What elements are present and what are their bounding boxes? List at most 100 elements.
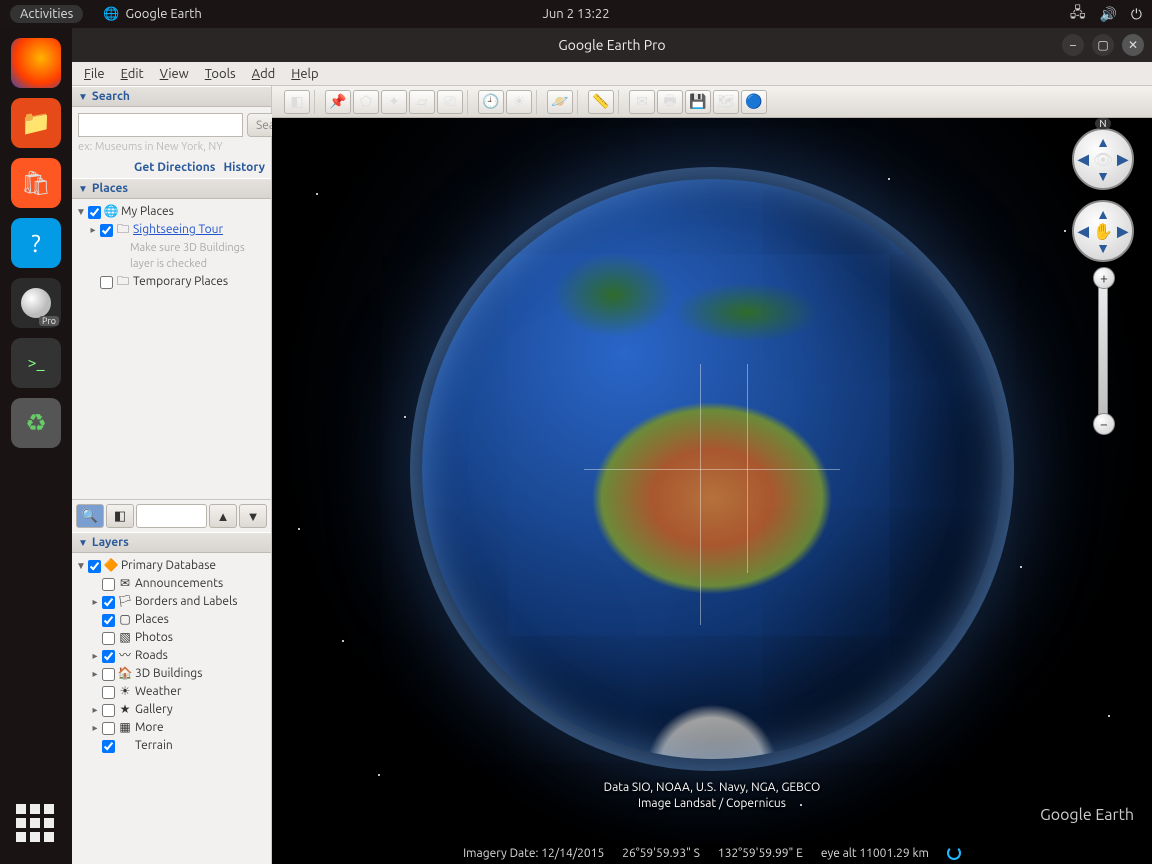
dock-trash[interactable]: ♻: [11, 398, 61, 448]
menu-edit[interactable]: Edit: [121, 67, 144, 81]
dock-google-earth[interactable]: Pro: [11, 278, 61, 328]
show-applications[interactable]: [16, 804, 56, 844]
places-up-button[interactable]: ▲: [209, 504, 237, 528]
layer-row[interactable]: ▼🔶Primary Database: [76, 557, 267, 575]
dock-files[interactable]: 📁: [11, 98, 61, 148]
network-status-icon[interactable]: 🖧: [1070, 2, 1086, 26]
places-down-button[interactable]: ▼: [239, 504, 267, 528]
checkbox[interactable]: [102, 704, 115, 717]
move-joystick[interactable]: ▲ ▼ ◀ ▶ ✋: [1072, 200, 1134, 262]
layer-row[interactable]: ▢Places: [76, 611, 267, 629]
places-search-button[interactable]: 🔍: [76, 504, 104, 528]
layer-row[interactable]: ✉Announcements: [76, 575, 267, 593]
expander-icon[interactable]: ▸: [90, 648, 100, 664]
menu-tools[interactable]: Tools: [205, 67, 236, 81]
menu-add[interactable]: Add: [252, 67, 276, 81]
maximize-button[interactable]: ▢: [1092, 34, 1114, 56]
add-path-button[interactable]: ✦: [381, 90, 407, 114]
layer-row[interactable]: ▸▦More: [76, 719, 267, 737]
expander-icon[interactable]: ▸: [90, 720, 100, 736]
add-image-overlay-button[interactable]: ▱: [409, 90, 435, 114]
layer-row[interactable]: ▸🏠3D Buildings: [76, 665, 267, 683]
checkbox[interactable]: [88, 206, 101, 219]
titlebar[interactable]: Google Earth Pro – ▢ ✕: [72, 28, 1152, 62]
email-button[interactable]: ✉: [629, 90, 655, 114]
move-down-icon[interactable]: ▼: [1096, 240, 1110, 256]
checkbox[interactable]: [100, 276, 113, 289]
look-up-icon[interactable]: ▲: [1096, 134, 1110, 150]
expander-icon[interactable]: ▸: [88, 222, 98, 238]
places-slider[interactable]: [136, 504, 207, 528]
dock-terminal[interactable]: >_: [11, 338, 61, 388]
checkbox[interactable]: [102, 668, 115, 681]
checkbox[interactable]: [102, 740, 115, 753]
view-maps-button[interactable]: 🗺: [713, 90, 739, 114]
add-polygon-button[interactable]: ⬠: [353, 90, 379, 114]
layer-row[interactable]: ☀Weather: [76, 683, 267, 701]
zoom-out-button[interactable]: −: [1093, 413, 1115, 435]
layer-row[interactable]: ▸🏳Borders and Labels: [76, 593, 267, 611]
look-right-icon[interactable]: ▶: [1117, 151, 1128, 168]
zoom-slider[interactable]: + −: [1098, 276, 1108, 426]
dock-firefox[interactable]: [11, 38, 61, 88]
expander-icon[interactable]: ▸: [90, 702, 100, 718]
sunlight-button[interactable]: ☀: [506, 90, 532, 114]
layer-row[interactable]: Terrain: [76, 737, 267, 755]
app-indicator[interactable]: 🌐 Google Earth: [103, 7, 201, 22]
checkbox[interactable]: [100, 224, 113, 237]
layer-row[interactable]: ▸〰Roads: [76, 647, 267, 665]
places-view-button[interactable]: ◧: [106, 504, 134, 528]
historical-imagery-button[interactable]: 🕘: [478, 90, 504, 114]
checkbox[interactable]: [102, 650, 115, 663]
save-image-button[interactable]: 💾: [685, 90, 711, 114]
menu-help[interactable]: Help: [291, 67, 318, 81]
layer-row[interactable]: ▧Photos: [76, 629, 267, 647]
look-joystick[interactable]: N ▲ ▼ ◀ ▶ 👁: [1072, 128, 1134, 190]
panel-layers-header[interactable]: ▼Layers: [72, 532, 271, 553]
record-tour-button[interactable]: ⎚: [437, 90, 463, 114]
temporary-places[interactable]: Temporary Places: [133, 274, 228, 290]
activities-button[interactable]: Activities: [10, 5, 83, 23]
ruler-button[interactable]: 📏: [588, 90, 614, 114]
checkbox[interactable]: [102, 632, 115, 645]
checkbox[interactable]: [102, 596, 115, 609]
menu-view[interactable]: View: [160, 67, 189, 81]
checkbox[interactable]: [88, 560, 101, 573]
expander-icon[interactable]: ▸: [90, 666, 100, 682]
history-link[interactable]: History: [223, 161, 265, 174]
look-down-icon[interactable]: ▼: [1096, 168, 1110, 184]
layer-row[interactable]: ▸★Gallery: [76, 701, 267, 719]
checkbox[interactable]: [102, 614, 115, 627]
get-directions-link[interactable]: Get Directions: [134, 161, 215, 174]
minimize-button[interactable]: –: [1062, 34, 1084, 56]
move-left-icon[interactable]: ◀: [1078, 223, 1089, 240]
expander-icon[interactable]: ▼: [76, 204, 86, 220]
toggle-sidebar-button[interactable]: ◧: [284, 90, 310, 114]
planet-button[interactable]: 🪐: [547, 90, 573, 114]
volume-icon[interactable]: 🔊: [1099, 6, 1116, 23]
move-up-icon[interactable]: ▲: [1096, 206, 1110, 222]
print-button[interactable]: 🖶: [657, 90, 683, 114]
power-icon[interactable]: ⏻: [1131, 6, 1142, 23]
menu-file[interactable]: File: [84, 67, 105, 81]
clock[interactable]: Jun 2 13:22: [542, 7, 609, 21]
my-places[interactable]: My Places: [121, 204, 174, 220]
3d-viewer[interactable]: N ▲ ▼ ◀ ▶ 👁 ▲ ▼ ◀ ▶ ✋ +: [272, 118, 1152, 864]
look-left-icon[interactable]: ◀: [1078, 151, 1089, 168]
expander-icon[interactable]: ▼: [76, 558, 86, 574]
close-button[interactable]: ✕: [1122, 34, 1144, 56]
checkbox[interactable]: [102, 686, 115, 699]
add-placemark-button[interactable]: 📌: [325, 90, 351, 114]
sightseeing-tour-link[interactable]: Sightseeing Tour: [133, 222, 223, 238]
zoom-in-button[interactable]: +: [1093, 267, 1115, 289]
checkbox[interactable]: [102, 722, 115, 735]
search-input[interactable]: [78, 113, 243, 137]
panel-places-header[interactable]: ▼Places: [72, 178, 271, 199]
dock-software[interactable]: 🛍: [11, 158, 61, 208]
move-right-icon[interactable]: ▶: [1117, 223, 1128, 240]
sky-button[interactable]: 🔵: [741, 90, 767, 114]
checkbox[interactable]: [102, 578, 115, 591]
expander-icon[interactable]: ▸: [90, 594, 100, 610]
dock-help[interactable]: ?: [11, 218, 61, 268]
panel-search-header[interactable]: ▼Search: [72, 86, 271, 107]
